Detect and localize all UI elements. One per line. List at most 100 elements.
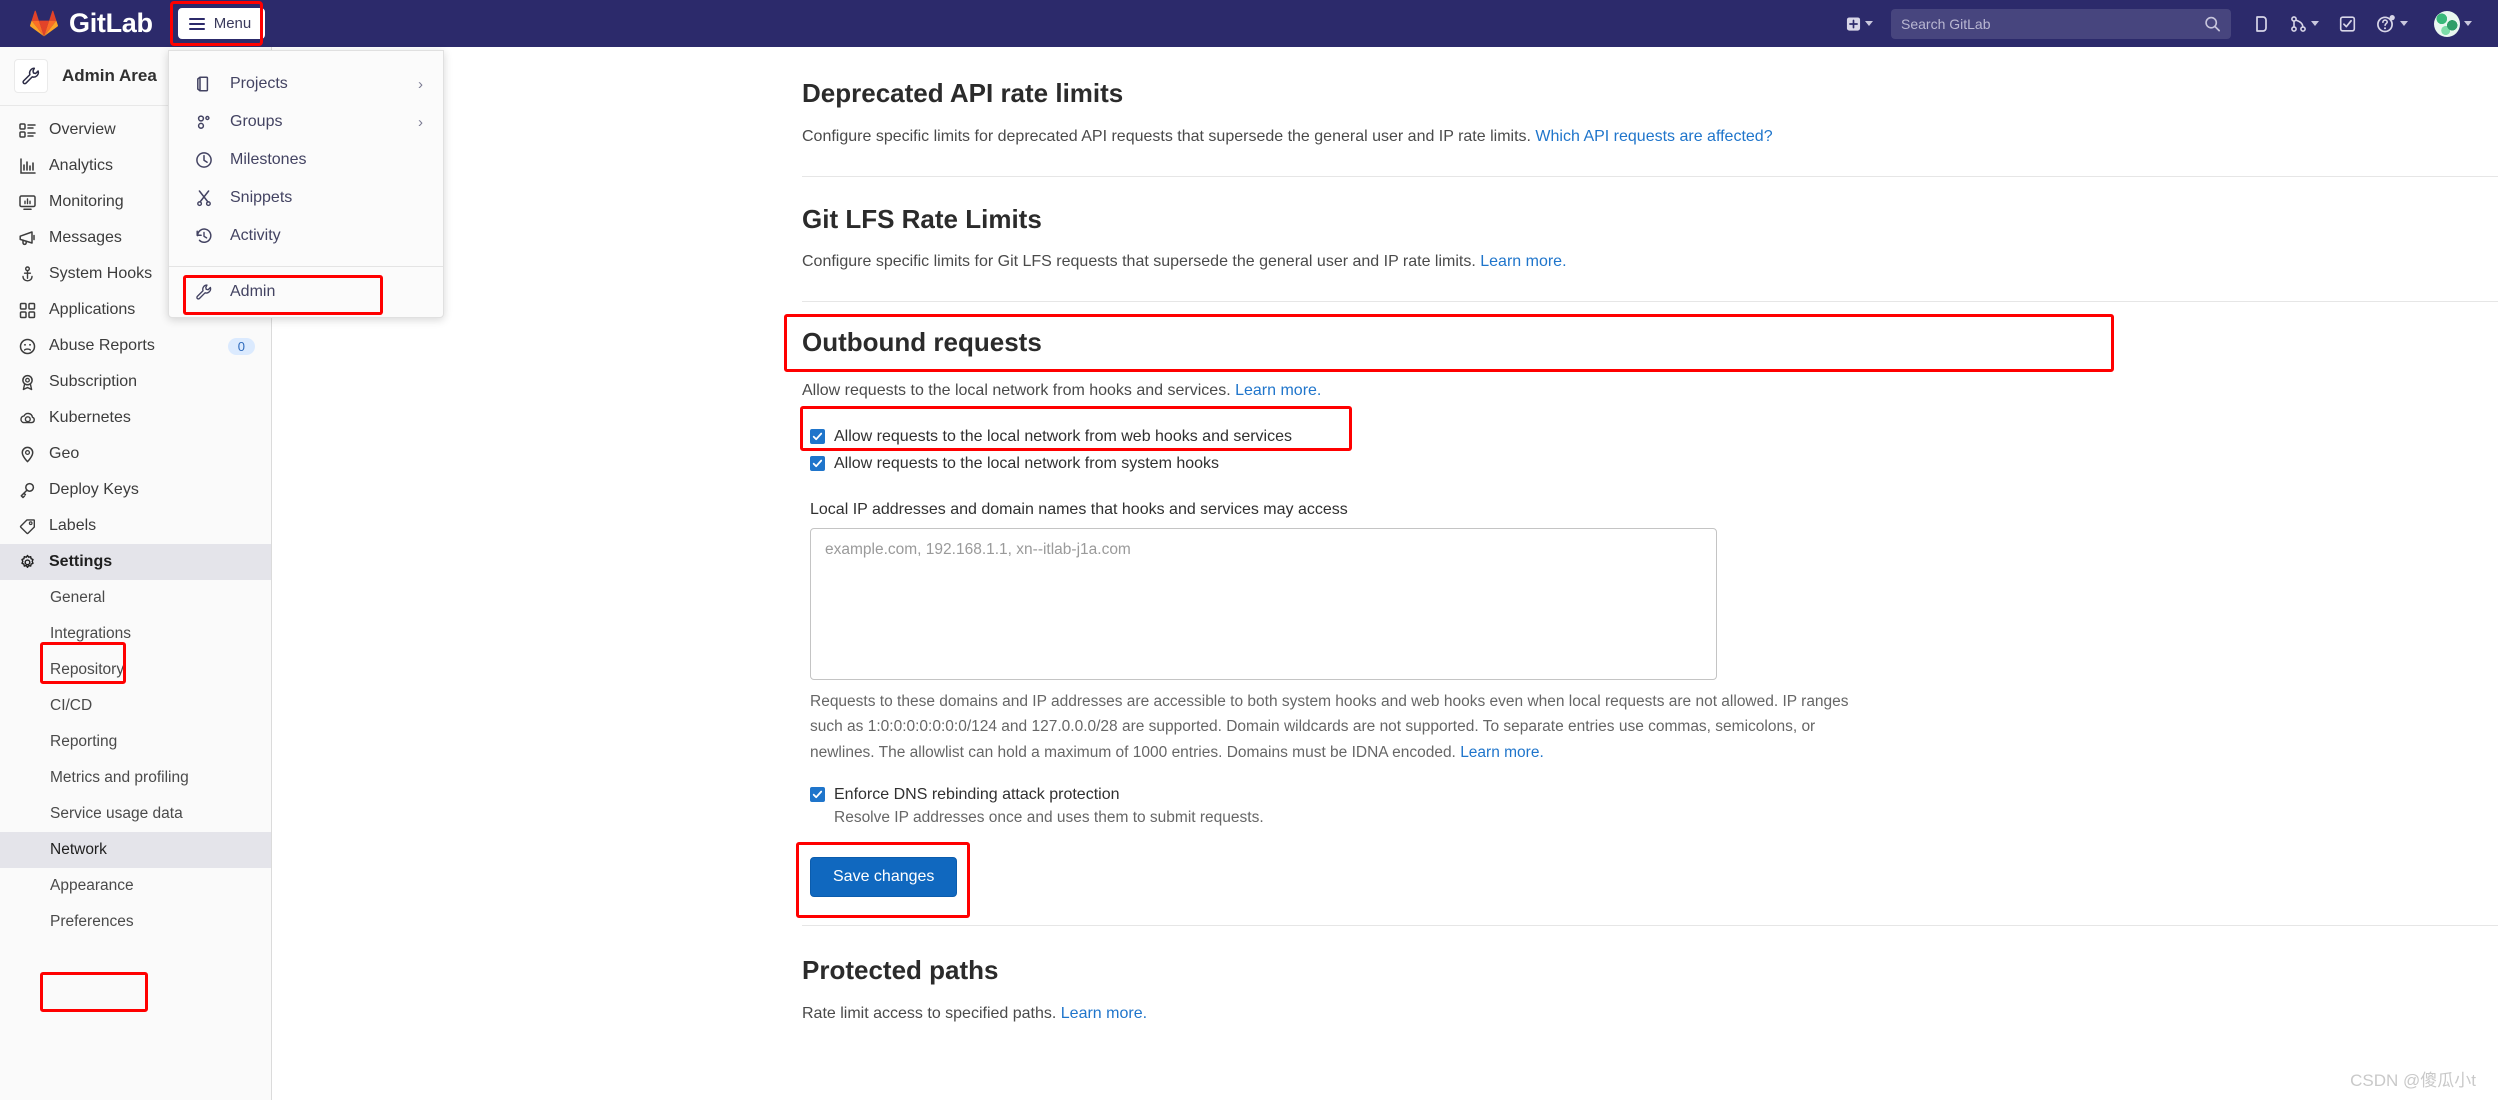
license-icon (18, 374, 36, 391)
clock-icon (194, 151, 214, 169)
checkbox-row-system-hooks: Allow requests to the local network from… (810, 453, 2498, 475)
menu-item-groups[interactable]: Groups › (169, 103, 443, 141)
menu-item-snippets[interactable]: Snippets (169, 179, 443, 217)
section-description-text: Configure specific limits for deprecated… (802, 127, 1536, 145)
sidebar-item-label: Labels (49, 517, 97, 534)
learn-more-link[interactable]: Learn more. (1480, 253, 1566, 270)
sidebar-subitem-label: Reporting (50, 733, 118, 750)
gitlab-logo[interactable]: GitLab (30, 8, 153, 39)
checkbox-enforce-dns-rebinding[interactable] (810, 786, 825, 802)
top-navbar: GitLab Menu (0, 0, 2498, 47)
wrench-icon (194, 283, 214, 301)
sidebar-subitem-label: Appearance (50, 877, 134, 894)
save-button-wrapper: Save changes (796, 842, 970, 919)
chevron-down-icon (2400, 21, 2408, 26)
which-api-requests-link[interactable]: Which API requests are affected? (1535, 128, 1772, 145)
sidebar-item-kubernetes[interactable]: Kubernetes (0, 400, 271, 436)
sidebar-item-label: Subscription (49, 373, 138, 390)
chevron-right-icon: › (418, 113, 423, 131)
sidebar-item-deploy-keys[interactable]: Deploy Keys (0, 472, 271, 508)
menu-button-wrapper: Menu (169, 1, 266, 46)
section-protected-paths: Protected paths Rate limit access to spe… (802, 926, 2498, 1053)
sidebar-subitem-metrics-and-profiling[interactable]: Metrics and profiling (0, 760, 271, 796)
key-icon (18, 482, 36, 499)
checkbox-label-webhooks: Allow requests to the local network from… (834, 427, 1292, 445)
sidebar-subitem-reporting[interactable]: Reporting (0, 724, 271, 760)
menu-item-milestones[interactable]: Milestones (169, 141, 443, 179)
scissors-icon (194, 189, 214, 207)
menu-item-projects[interactable]: Projects › (169, 65, 443, 103)
help-button[interactable] (2368, 8, 2416, 40)
menu-admin-wrapper: Admin (169, 273, 443, 315)
merge-request-icon (2291, 15, 2306, 32)
allowlist-textarea[interactable] (810, 528, 1717, 681)
chevron-down-icon (2464, 21, 2472, 26)
merge-requests-button[interactable] (2282, 9, 2327, 39)
sidebar-subitem-general[interactable]: General (0, 580, 271, 616)
menu-item-label: Milestones (230, 151, 307, 168)
section-header: Protected paths Rate limit access to spe… (802, 954, 2498, 1025)
sidebar-item-label: Geo (49, 445, 80, 462)
sidebar-subitem-network[interactable]: Network (0, 832, 271, 868)
menu-button-label: Menu (213, 15, 252, 32)
sidebar-subitem-service-usage-data[interactable]: Service usage data (0, 796, 271, 832)
analytics-icon (18, 157, 36, 175)
search-input[interactable] (1901, 15, 2204, 32)
menu-separator (169, 266, 443, 267)
overview-icon (18, 122, 36, 139)
watermark: CSDN @傻瓜小t (2350, 1071, 2476, 1090)
sidebar-subitem-cicd[interactable]: CI/CD (0, 688, 271, 724)
main-content: Deprecated API rate limits Configure spe… (272, 47, 2498, 1100)
checkbox-allow-webhooks[interactable] (810, 428, 825, 444)
question-circle-icon (2377, 14, 2395, 32)
page-title: Git LFS Rate Limits (802, 203, 1042, 234)
sidebar-item-label: Deploy Keys (49, 481, 139, 498)
wrench-icon (14, 59, 48, 93)
check-icon (812, 459, 823, 468)
learn-more-link[interactable]: Learn more. (1460, 744, 1544, 761)
checkbox-row-dns-rebinding: Enforce DNS rebinding attack protection (810, 784, 2498, 806)
location-icon (18, 446, 36, 463)
monitor-icon (18, 194, 36, 211)
sidebar-subitem-appearance[interactable]: Appearance (0, 868, 271, 904)
menu-button[interactable]: Menu (177, 8, 266, 39)
checkbox-allow-system-hooks[interactable] (810, 455, 825, 471)
network-highlight-box (40, 972, 148, 1012)
section-description-text: Rate limit access to specified paths. (802, 1004, 1061, 1022)
sidebar-item-label: Monitoring (49, 193, 124, 210)
menu-item-label: Snippets (230, 189, 293, 206)
chevron-down-icon (1865, 21, 1873, 26)
sidebar-subitem-integrations[interactable]: Integrations (0, 616, 271, 652)
save-changes-button[interactable]: Save changes (810, 857, 958, 898)
menu-item-admin[interactable]: Admin (169, 273, 443, 311)
main-menu-dropdown: Projects › Groups › Milestones Snippets … (168, 50, 444, 318)
create-new-button[interactable] (1838, 10, 1881, 38)
todos-button[interactable] (2331, 9, 2364, 39)
user-menu-button[interactable] (2420, 5, 2480, 43)
sidebar-subitem-preferences[interactable]: Preferences (0, 904, 271, 940)
menu-item-label: Admin (230, 283, 276, 300)
learn-more-link[interactable]: Learn more. (1235, 382, 1321, 399)
sidebar-context-title: Admin Area (62, 66, 157, 85)
settings-sections: Deprecated API rate limits Configure spe… (784, 47, 2498, 1053)
gear-icon (18, 554, 36, 571)
sidebar-item-settings[interactable]: Settings (0, 544, 271, 580)
menu-item-activity[interactable]: Activity (169, 217, 443, 255)
sidebar-item-geo[interactable]: Geo (0, 436, 271, 472)
search-box[interactable] (1891, 8, 2231, 39)
allowlist-label: Local IP addresses and domain names that… (810, 501, 1348, 519)
section-git-lfs-rate-limits: Git LFS Rate Limits Configure specific l… (802, 177, 2498, 303)
outbound-form: Allow requests to the local network from… (796, 405, 2498, 919)
section-description: Rate limit access to specified paths. Le… (802, 1002, 1147, 1025)
sidebar-item-subscription[interactable]: Subscription (0, 364, 271, 400)
issues-button[interactable] (2245, 9, 2278, 39)
sidebar-subitem-repository[interactable]: Repository (0, 652, 271, 688)
sidebar-subitem-label: Integrations (50, 625, 131, 642)
sidebar-item-labels[interactable]: Labels (0, 508, 271, 544)
sidebar-item-abuse-reports[interactable]: Abuse Reports 0 (0, 328, 271, 364)
group-icon (194, 113, 214, 131)
learn-more-link[interactable]: Learn more. (1061, 1005, 1147, 1022)
sidebar-item-label: Applications (49, 301, 136, 318)
section-deprecated-api-rate-limits: Deprecated API rate limits Configure spe… (802, 51, 2498, 177)
page-title: Protected paths (802, 955, 999, 986)
